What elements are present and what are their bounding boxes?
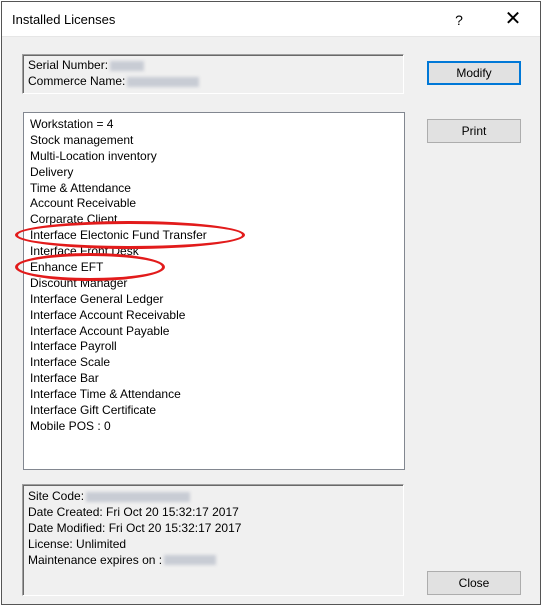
license-item[interactable]: Delivery	[30, 165, 207, 181]
license-item[interactable]: Corparate Client	[30, 212, 207, 228]
print-button[interactable]: Print	[427, 119, 521, 143]
license-item[interactable]: Interface Front Desk	[30, 244, 207, 260]
serial-number-label: Serial Number:	[28, 58, 109, 72]
license-item[interactable]: Workstation = 4	[30, 117, 207, 133]
maintenance-label: Maintenance expires on :	[28, 552, 163, 567]
license-item[interactable]: Discount Manager	[30, 276, 207, 292]
maintenance-date-redacted	[164, 555, 217, 566]
serial-number-row: Serial Number:	[28, 58, 199, 74]
serial-info-panel: Serial Number: Commerce Name:	[22, 54, 404, 94]
site-code-label: Site Code:	[28, 489, 85, 503]
license-list[interactable]: Workstation = 4 Stock management Multi-Loc…	[23, 112, 405, 470]
site-info-panel: Site Code: Date Created: Fri Oct 20 15:3…	[22, 484, 404, 596]
license-item[interactable]: Interface Account Receivable	[30, 308, 207, 324]
date-modified-text: Date Modified: Fri Oct 20 15:32:17 2017	[28, 520, 242, 535]
serial-number-redacted	[110, 60, 145, 71]
license-item[interactable]: Interface Payroll	[30, 339, 207, 355]
title-bar: Installed Licenses ? ✕	[2, 2, 540, 37]
date-created-text: Date Created: Fri Oct 20 15:32:17 2017	[28, 504, 239, 519]
license-type-text: License: Unlimited	[28, 536, 127, 551]
license-item[interactable]: Interface Scale	[30, 355, 207, 371]
site-code-row: Site Code:	[28, 489, 241, 505]
license-item[interactable]: Multi-Location inventory	[30, 149, 207, 165]
license-item[interactable]: Interface Gift Certificate	[30, 403, 207, 419]
license-item[interactable]: Interface Bar	[30, 371, 207, 387]
license-item[interactable]: Interface Account Payable	[30, 324, 207, 340]
commerce-name-label: Commerce Name:	[28, 73, 126, 88]
maintenance-row: Maintenance expires on :	[28, 553, 241, 569]
license-item[interactable]: Mobile POS : 0	[30, 419, 207, 435]
license-item[interactable]: Time & Attendance	[30, 181, 207, 197]
commerce-name-redacted	[127, 76, 200, 87]
license-item[interactable]: Interface Time & Attendance	[30, 387, 207, 403]
license-item[interactable]: Interface General Ledger	[30, 292, 207, 308]
modify-button[interactable]: Modify	[427, 61, 521, 85]
license-item[interactable]: Interface Electonic Fund Transfer	[30, 228, 207, 244]
close-window-button[interactable]: ✕	[496, 6, 530, 32]
license-item[interactable]: Stock management	[30, 133, 207, 149]
commerce-name-row: Commerce Name:	[28, 73, 200, 90]
site-code-redacted	[86, 491, 191, 502]
close-button[interactable]: Close	[427, 571, 521, 595]
help-button[interactable]: ?	[442, 8, 476, 32]
license-item[interactable]: Account Receivable	[30, 196, 207, 212]
installed-licenses-dialog: Installed Licenses ? ✕ Serial Number: Co…	[1, 1, 541, 605]
window-title: Installed Licenses	[12, 12, 116, 27]
license-item[interactable]: Enhance EFT	[30, 260, 207, 276]
